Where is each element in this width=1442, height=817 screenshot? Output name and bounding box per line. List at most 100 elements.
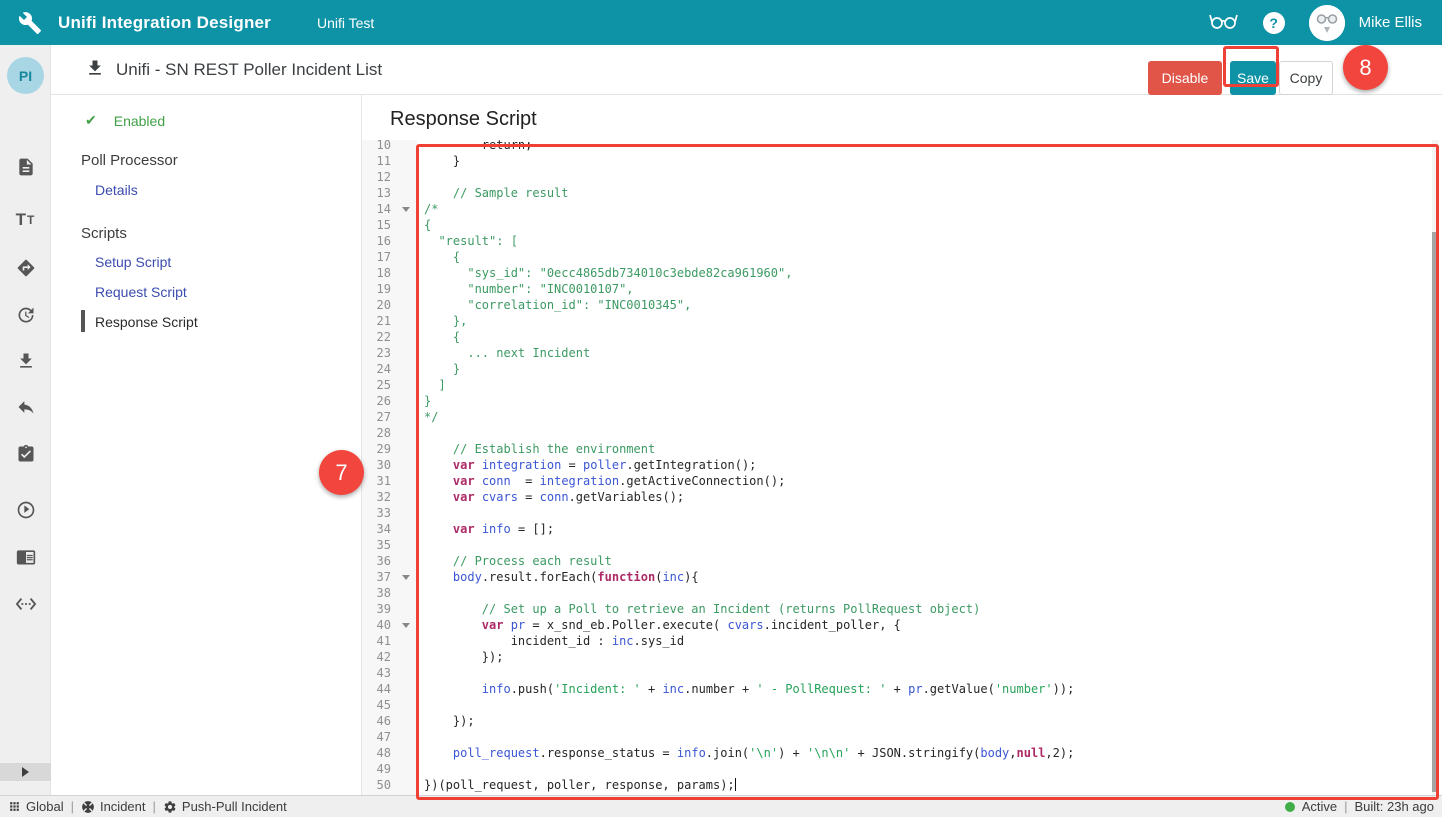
code-line[interactable]: 42 }); <box>362 649 1442 665</box>
code-line[interactable]: 49 <box>362 761 1442 777</box>
line-number: 44 <box>362 681 417 697</box>
code-line[interactable]: 37 body.result.forEach(function(inc){ <box>362 569 1442 585</box>
code-line[interactable]: 13 // Sample result <box>362 185 1442 201</box>
help-icon[interactable]: ? <box>1263 12 1285 34</box>
record-toolbar: Unifi - SN REST Poller Incident List Dis… <box>51 45 1442 95</box>
code-line[interactable]: 28 <box>362 425 1442 441</box>
code-text: var integration = poller.getIntegration(… <box>417 457 1442 473</box>
docs-icon[interactable] <box>0 545 51 569</box>
fold-arrow-icon[interactable] <box>402 623 410 628</box>
code-line[interactable]: 26} <box>362 393 1442 409</box>
code-line[interactable]: 31 var conn = integration.getActiveConne… <box>362 473 1442 489</box>
code-line[interactable]: 30 var integration = poller.getIntegrati… <box>362 457 1442 473</box>
glasses-icon[interactable] <box>1208 9 1239 36</box>
code-text: "sys_id": "0ecc4865db734010c3ebde82ca961… <box>417 265 1442 281</box>
fold-arrow-icon[interactable] <box>402 207 410 212</box>
line-number: 49 <box>362 761 417 777</box>
line-number: 35 <box>362 537 417 553</box>
code-line[interactable]: 44 info.push('Incident: ' + inc.number +… <box>362 681 1442 697</box>
code-line[interactable]: 23 ... next Incident <box>362 345 1442 361</box>
copy-button[interactable]: Copy <box>1279 61 1333 95</box>
code-line[interactable]: 29 // Establish the environment <box>362 441 1442 457</box>
code-line[interactable]: 17 { <box>362 249 1442 265</box>
code-line[interactable]: 12 <box>362 169 1442 185</box>
code-line[interactable]: 36 // Process each result <box>362 553 1442 569</box>
line-number: 33 <box>362 505 417 521</box>
play-icon[interactable] <box>0 498 51 522</box>
fold-arrow-icon[interactable] <box>402 575 410 580</box>
line-number: 40 <box>362 617 417 633</box>
code-line[interactable]: 46 }); <box>362 713 1442 729</box>
code-text: var cvars = conn.getVariables(); <box>417 489 1442 505</box>
process-item[interactable]: Push-Pull Incident <box>163 799 287 814</box>
line-number: 26 <box>362 393 417 409</box>
main-content: Response Script 10 return;11 }1213 // Sa… <box>362 95 1442 795</box>
user-name[interactable]: Mike Ellis <box>1359 14 1422 31</box>
code-text: var info = []; <box>417 521 1442 537</box>
code-line[interactable]: 39 // Set up a Poll to retrieve an Incid… <box>362 601 1442 617</box>
code-line[interactable]: 15{ <box>362 217 1442 233</box>
code-editor[interactable]: 10 return;11 }1213 // Sample result14/*1… <box>362 140 1442 795</box>
undo-icon[interactable] <box>0 395 51 419</box>
code-line[interactable]: 35 <box>362 537 1442 553</box>
user-avatar[interactable] <box>1309 5 1345 41</box>
history-icon[interactable] <box>0 303 51 327</box>
code-icon[interactable] <box>0 592 51 616</box>
download-icon[interactable] <box>0 349 51 373</box>
environment-label[interactable]: Unifi Test <box>317 15 374 31</box>
save-button[interactable]: Save <box>1230 61 1276 95</box>
nav-item-details[interactable]: Details <box>95 182 138 198</box>
code-text: poll_request.response_status = info.join… <box>417 745 1442 761</box>
scope-item[interactable]: Global <box>8 799 64 814</box>
code-line[interactable]: 24 } <box>362 361 1442 377</box>
code-line[interactable]: 14/* <box>362 201 1442 217</box>
code-line[interactable]: 48 poll_request.response_status = info.j… <box>362 745 1442 761</box>
text-format-icon[interactable]: TT <box>0 208 51 232</box>
line-number: 20 <box>362 297 417 313</box>
code-line[interactable]: 33 <box>362 505 1442 521</box>
code-line[interactable]: 45 <box>362 697 1442 713</box>
nav-item-response-script[interactable]: Response Script <box>95 314 198 330</box>
tasks-icon[interactable] <box>0 442 51 466</box>
code-line[interactable]: 19 "number": "INC0010107", <box>362 281 1442 297</box>
app-title: Unifi Integration Designer <box>58 13 271 33</box>
check-icon: ✔ <box>85 112 97 129</box>
disable-button[interactable]: Disable <box>1148 61 1222 95</box>
code-line[interactable]: 21 }, <box>362 313 1442 329</box>
directions-icon[interactable] <box>0 256 51 280</box>
application-item[interactable]: Incident <box>81 799 146 814</box>
code-line[interactable]: 41 incident_id : inc.sys_id <box>362 633 1442 649</box>
code-text: })(poll_request, poller, response, param… <box>417 777 1442 793</box>
nav-item-request-script[interactable]: Request Script <box>95 284 187 300</box>
code-text: var conn = integration.getActiveConnecti… <box>417 473 1442 489</box>
line-number: 48 <box>362 745 417 761</box>
code-line[interactable]: 18 "sys_id": "0ecc4865db734010c3ebde82ca… <box>362 265 1442 281</box>
code-line[interactable]: 25 ] <box>362 377 1442 393</box>
code-line[interactable]: 40 var pr = x_snd_eb.Poller.execute( cva… <box>362 617 1442 633</box>
separator: | <box>153 799 156 814</box>
scrollbar-thumb[interactable] <box>1432 232 1439 792</box>
code-line[interactable]: 34 var info = []; <box>362 521 1442 537</box>
expand-rail-button[interactable] <box>0 763 51 781</box>
wrench-icon[interactable] <box>18 11 42 35</box>
code-line[interactable]: 20 "correlation_id": "INC0010345", <box>362 297 1442 313</box>
pull-icon[interactable] <box>85 58 105 83</box>
integration-avatar[interactable]: PI <box>7 57 44 94</box>
code-line[interactable]: 38 <box>362 585 1442 601</box>
code-line[interactable]: 16 "result": [ <box>362 233 1442 249</box>
line-number: 14 <box>362 201 417 217</box>
line-number: 10 <box>362 140 417 153</box>
nav-item-setup-script[interactable]: Setup Script <box>95 254 171 270</box>
code-line[interactable]: 50})(poll_request, poller, response, par… <box>362 777 1442 793</box>
code-line[interactable]: 11 } <box>362 153 1442 169</box>
file-icon[interactable] <box>0 155 51 179</box>
code-line[interactable]: 43 <box>362 665 1442 681</box>
code-line[interactable]: 47 <box>362 729 1442 745</box>
line-number: 41 <box>362 633 417 649</box>
code-line[interactable]: 10 return; <box>362 140 1442 153</box>
code-line[interactable]: 22 { <box>362 329 1442 345</box>
line-number: 22 <box>362 329 417 345</box>
code-line[interactable]: 32 var cvars = conn.getVariables(); <box>362 489 1442 505</box>
enabled-status[interactable]: ✔ Enabled <box>85 112 165 129</box>
code-line[interactable]: 27*/ <box>362 409 1442 425</box>
